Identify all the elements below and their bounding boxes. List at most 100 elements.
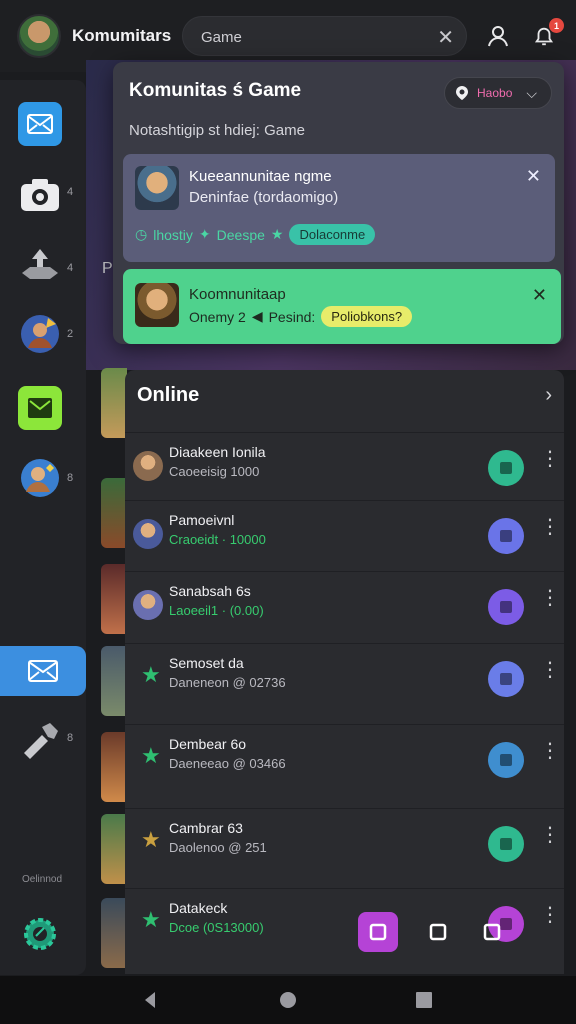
chevron-down-icon: ⌵ [526,84,537,101]
panel-subtitle: Notashtigip st hdiej: Game [129,122,305,139]
member-status: Dcoe (0S13000) [169,920,264,935]
home-icon[interactable] [276,988,300,1012]
member-avatar [133,590,163,620]
pointer-icon: ◀ [251,308,263,324]
game-strip [101,814,127,884]
member-action-button[interactable] [488,742,524,778]
chat-icon [500,601,512,613]
more-options-icon[interactable]: ⋮ [540,588,560,608]
member-row[interactable]: ★ Semoset da Daneneon @ 02736 ⋮ [125,643,564,711]
rail-tools-icon[interactable] [18,718,62,762]
community-card[interactable]: Kueeannunitae ngme Deninfae (tordaomigo)… [123,154,555,262]
more-options-icon[interactable]: ⋮ [540,517,560,537]
rail-hero-icon[interactable] [18,456,62,500]
card-title: Kueeannunitae ngme [189,168,332,185]
rail-count: 4 [67,186,74,198]
rail-upload-icon[interactable] [18,242,62,286]
search-bar[interactable]: ✕ [182,16,467,56]
member-action-button[interactable] [488,589,524,625]
rail-item-active[interactable] [0,646,86,696]
member-star-icon: ★ [141,662,161,687]
rail-active-mail-icon [28,660,58,682]
member-action-button[interactable] [488,661,524,697]
more-options-icon[interactable]: ⋮ [540,825,560,845]
rail-count: 2 [67,328,74,340]
recents-icon[interactable] [412,988,436,1012]
member-name: Datakeck [169,900,228,916]
rail-count: 4 [67,262,74,274]
member-name: Cambrar 63 [169,820,243,836]
close-icon[interactable]: ✕ [526,166,541,187]
community-card-highlight[interactable]: Koomnunitaap Onemy 2 ◀ Pesind: Poliobkon… [123,269,561,344]
rail-mail-icon[interactable] [18,386,62,430]
notifications-icon[interactable]: 1 [528,18,564,52]
status-pill[interactable]: Dolaconme [289,224,376,245]
game-strip [101,368,127,438]
member-name: Sanabsah 6s [169,583,251,599]
twitch-shortcut-icon[interactable] [358,912,398,952]
app-title: Komumitars [72,26,172,45]
game-thumbnail [135,166,179,210]
member-star-icon: ★ [141,827,161,852]
rail-messages-icon[interactable] [18,102,62,146]
member-row[interactable]: ★ Dembear 6o Daeneeao @ 03466 ⋮ [125,724,564,792]
rail-warrior-icon[interactable] [18,312,62,356]
card-tags: ◷ lhostiy ✦ Deespe ★ Dolaconme [135,224,376,245]
more-options-icon[interactable]: ⋮ [540,449,560,469]
member-row[interactable]: ★ Cambrar 63 Daolenoo @ 251 ⋮ [125,808,564,876]
community-panel: Komunitas ś Game Haobo ⌵ Notashtigip st … [113,62,564,344]
archive-shortcut-icon[interactable] [472,912,512,952]
search-input[interactable] [199,26,419,48]
member-name: Dembear 6o [169,736,247,752]
game-strip [101,898,127,968]
member-star-icon: ★ [141,743,161,768]
chat-icon [500,673,512,685]
clear-search-icon[interactable]: ✕ [437,25,454,50]
card-subtitle-row: Onemy 2 ◀ Pesind: Poliobkons? [189,306,413,327]
more-options-icon[interactable]: ⋮ [540,660,560,680]
more-options-icon[interactable]: ⋮ [540,741,560,761]
chat-icon [500,754,512,766]
settings-gear-icon[interactable] [18,912,62,956]
member-avatar [133,519,163,549]
member-row[interactable]: Sanabsah 6s Laoeeil1 · (0.00) ⋮ [125,571,564,639]
system-nav-bar [0,976,576,1024]
rail-count: 8 [67,472,74,484]
game-strip [101,478,127,548]
panel-title: Komunitas ś Game [129,80,302,101]
rail-footer-label: Oelinnod [22,874,63,885]
member-status: Craoeidt · 10000 [169,532,266,547]
hero-partial-text: P [102,260,113,277]
card-extra: Pesind: [268,308,316,325]
member-row[interactable]: Diaakeen Ionila Caoeeisig 1000 ⋮ [125,432,564,500]
more-options-icon[interactable]: ⋮ [540,905,560,925]
member-row[interactable]: Pamoeivnl Craoeidt · 10000 ⋮ [125,500,564,568]
back-icon[interactable] [138,988,162,1012]
game-thumbnail [135,283,179,327]
member-action-button[interactable] [488,826,524,862]
rail-count: 8 [67,732,74,744]
member-status: Caoeeisig 1000 [169,464,260,479]
star-icon: ★ [270,226,284,242]
chevron-right-icon[interactable]: › [545,384,552,407]
rail-camera-icon[interactable] [18,172,62,216]
copy-shortcut-icon[interactable] [418,912,458,952]
member-avatar [133,451,163,481]
chat-icon [500,530,512,542]
card-title: Koomnunitaap [189,286,286,303]
card-subtitle: Deninfae (tordaomigo) [189,189,339,206]
game-strip [101,732,127,802]
notification-badge: 1 [549,18,564,33]
star-icon: ✦ [198,226,211,242]
chat-icon [500,462,512,474]
user-avatar[interactable] [17,14,61,58]
member-name: Semoset da [169,655,244,671]
status-pill[interactable]: Poliobkons? [321,306,413,327]
member-action-button[interactable] [488,518,524,554]
member-status: Daolenoo @ 251 [169,840,267,855]
close-icon[interactable]: ✕ [532,285,547,306]
region-dropdown[interactable]: Haobo ⌵ [444,77,552,109]
profile-icon[interactable] [482,20,514,52]
game-strip [101,646,127,716]
member-action-button[interactable] [488,450,524,486]
